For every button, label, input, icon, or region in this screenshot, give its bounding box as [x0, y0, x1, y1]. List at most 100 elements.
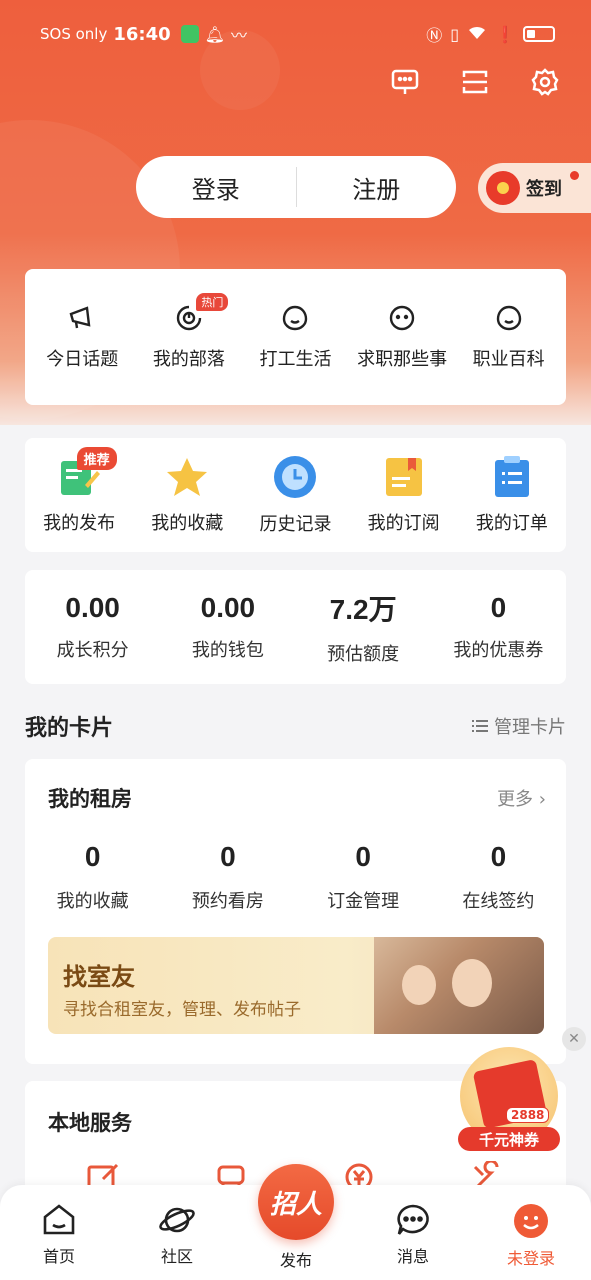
- stat-growth-points[interactable]: 0.00 成长积分: [28, 592, 158, 662]
- settings-gear-icon[interactable]: [529, 66, 561, 98]
- tool-my-posts[interactable]: 推荐 我的发布: [27, 447, 132, 535]
- tab-label: 消息: [396, 1247, 429, 1266]
- customer-service-icon[interactable]: [389, 66, 421, 98]
- tool-label: 我的订阅: [367, 513, 440, 534]
- carrier-text: SOS only: [40, 25, 108, 43]
- topic-today[interactable]: 今日话题: [30, 303, 135, 371]
- rental-favorites[interactable]: 0 我的收藏: [33, 841, 153, 913]
- topic-label: 今日话题: [46, 349, 119, 370]
- alert-icon: ❗: [495, 24, 515, 44]
- coupon-float-button[interactable]: 2888 千元神券: [456, 1047, 562, 1153]
- publish-button[interactable]: 招人: [258, 1164, 334, 1240]
- swoosh-icon: 〰: [230, 26, 247, 45]
- topic-label: 我的部落: [152, 349, 225, 370]
- topic-label: 打工生活: [259, 349, 332, 370]
- recommend-badge: 推荐: [76, 447, 117, 470]
- smiley-avatar-icon: [514, 1204, 548, 1238]
- face-icon: [389, 305, 415, 331]
- banner-subtitle: 寻找合租室友，管理、发布帖子: [63, 1000, 301, 1020]
- tab-label: 未登录: [506, 1249, 555, 1268]
- stat-label: 我的钱包: [191, 640, 264, 661]
- manage-cards-label: 管理卡片: [494, 717, 566, 738]
- scan-icon[interactable]: [459, 66, 491, 98]
- face-shape: [452, 959, 492, 1007]
- tab-label: 社区: [160, 1247, 193, 1266]
- vibrate-icon: ▯: [450, 24, 460, 44]
- star-icon: [167, 458, 208, 496]
- red-envelope-icon: [486, 171, 520, 205]
- bell-icon: 🔔︎: [204, 24, 225, 44]
- stat-value: 0: [490, 592, 507, 623]
- subscribe-icon: [385, 458, 422, 496]
- register-button[interactable]: 注册: [297, 170, 457, 205]
- checkin-label: 签到: [526, 179, 562, 200]
- face-icon: [496, 305, 521, 331]
- publish-button-text: 招人: [269, 1189, 322, 1220]
- tab-community[interactable]: 社区: [137, 1203, 217, 1267]
- clock-icon: [274, 456, 317, 498]
- tab-home[interactable]: 首页: [19, 1203, 99, 1267]
- rental-stat-value: 0: [220, 841, 236, 872]
- rental-stat-label: 订金管理: [327, 891, 400, 912]
- coupon-label: 千元神券: [458, 1127, 560, 1151]
- tool-label: 我的订单: [475, 513, 548, 534]
- stat-estimated-limit[interactable]: 7.2万 预估额度: [298, 588, 428, 666]
- list-icon: [472, 720, 488, 732]
- notification-dot: [570, 171, 579, 180]
- stat-label: 我的优惠券: [453, 640, 544, 661]
- stat-wallet[interactable]: 0.00 我的钱包: [163, 592, 293, 662]
- tool-orders[interactable]: 我的订单: [459, 455, 564, 535]
- rental-viewing-appointments[interactable]: 0 预约看房: [168, 841, 288, 913]
- rental-stat-value: 0: [84, 841, 101, 872]
- tool-label: 历史记录: [259, 514, 332, 535]
- wifi-icon: [467, 24, 487, 44]
- stat-value: 7.2万: [329, 594, 397, 625]
- rental-stat-label: 我的收藏: [56, 891, 129, 912]
- topic-label: 求职那些事: [357, 349, 448, 370]
- topic-career-wiki[interactable]: 职业百科: [456, 303, 561, 371]
- tab-messages[interactable]: 消息: [373, 1203, 453, 1267]
- tool-history[interactable]: 历史记录: [243, 454, 348, 536]
- stat-value: 0.00: [65, 592, 120, 623]
- megaphone-icon: [69, 306, 91, 329]
- chat-bubble-icon: [397, 1204, 429, 1235]
- tab-publish-label[interactable]: 发布: [258, 1247, 334, 1271]
- checkin-button[interactable]: 签到: [478, 163, 591, 213]
- clock: 16:40: [113, 23, 171, 45]
- tools-card: 推荐 我的发布 我的收藏 历史记录 我的订阅 我的订单: [25, 438, 566, 552]
- close-icon[interactable]: ✕: [562, 1027, 586, 1051]
- tool-favorites[interactable]: 我的收藏: [135, 455, 240, 535]
- manage-cards-button[interactable]: 管理卡片: [472, 713, 566, 739]
- topic-work-life[interactable]: 打工生活: [243, 303, 348, 371]
- tool-subscriptions[interactable]: 我的订阅: [351, 455, 456, 535]
- status-bar: SOS only 16:40 🔔︎ 〰 Ⓝ ▯ ❗: [0, 0, 591, 64]
- hot-badge: 热门: [196, 293, 229, 311]
- rental-card: 我的租房 更多 › 0 我的收藏 0 预约看房 0 订金管理 0 在线签约 找室…: [25, 759, 566, 1064]
- local-services-title: 本地服务: [48, 1111, 132, 1135]
- home-icon: [43, 1204, 75, 1235]
- tool-label: 我的发布: [43, 513, 116, 534]
- rental-deposit-management[interactable]: 0 订金管理: [303, 841, 423, 913]
- tab-profile[interactable]: 未登录: [491, 1203, 571, 1269]
- battery-icon: [523, 26, 555, 42]
- rental-stat-label: 预约看房: [191, 891, 264, 912]
- topics-card: 今日话题 热门 我的部落 打工生活 求职那些事 职业百科: [25, 269, 566, 405]
- nfc-icon: Ⓝ: [426, 26, 443, 45]
- auth-buttons: 登录 注册: [136, 156, 456, 218]
- rental-stat-label: 在线签约: [462, 891, 535, 912]
- coupon-amount: 2888: [506, 1107, 550, 1123]
- rental-online-signing[interactable]: 0 在线签约: [438, 841, 558, 913]
- app-notification-icon: [180, 25, 199, 43]
- rental-stat-value: 0: [490, 841, 507, 872]
- stat-label: 预估额度: [327, 644, 400, 665]
- order-icon: [494, 456, 529, 497]
- topic-job-hunting[interactable]: 求职那些事: [350, 303, 455, 371]
- topic-tribe[interactable]: 热门 我的部落: [136, 293, 241, 371]
- chevron-right-icon: ›: [538, 789, 546, 810]
- stat-coupons[interactable]: 0 我的优惠券: [433, 592, 563, 662]
- face-icon: [283, 305, 308, 331]
- stat-value: 0.00: [200, 592, 256, 623]
- login-button[interactable]: 登录: [136, 170, 296, 205]
- more-link[interactable]: 更多 ›: [497, 785, 546, 811]
- roommate-banner[interactable]: 找室友 寻找合租室友，管理、发布帖子: [48, 937, 544, 1034]
